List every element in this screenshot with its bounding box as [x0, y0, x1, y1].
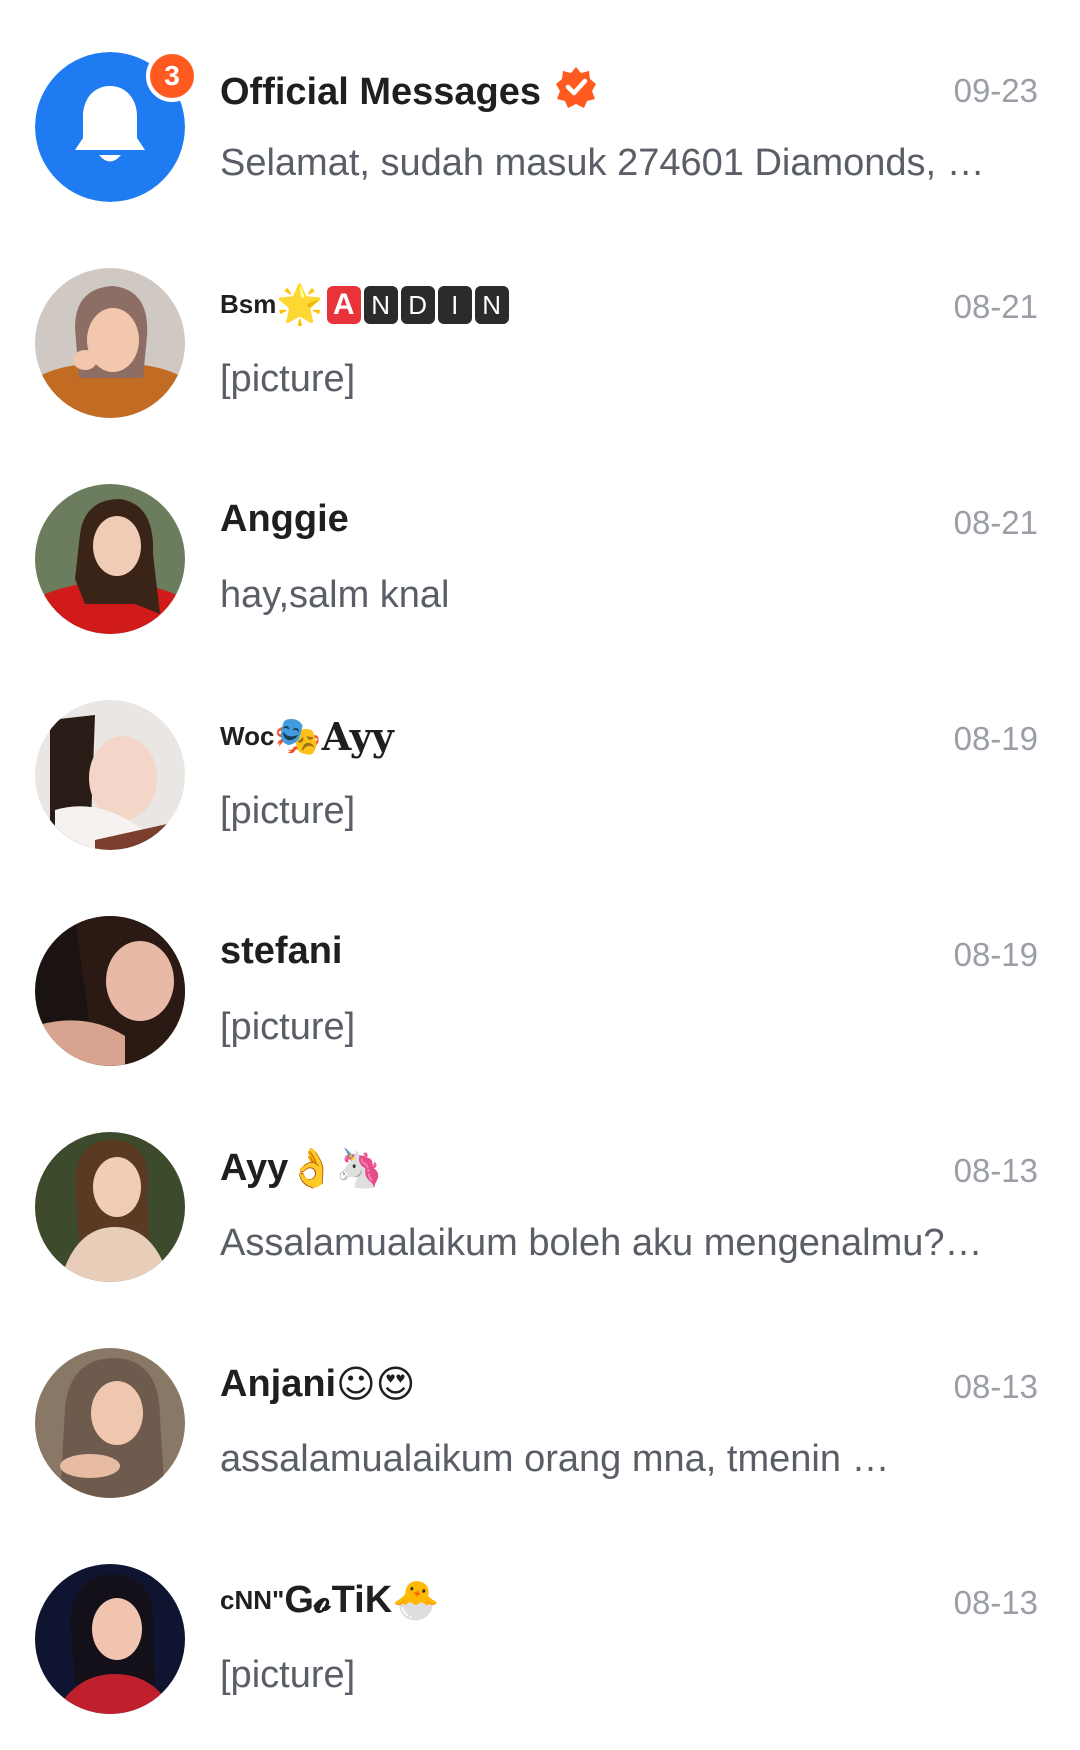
conversation-row[interactable]: Woc 🎭 Ayy 08-19 [picture] [0, 648, 1080, 864]
smiling-heart-eyes-emoji-icon: ☺😍 [336, 1362, 416, 1406]
message-date: 08-13 [953, 1368, 1038, 1405]
contact-name: Ayy 👌🦄 [220, 1146, 383, 1191]
contact-name-text: Anjani [220, 1362, 337, 1405]
theater-masks-emoji-icon: 🎭 [274, 714, 322, 758]
message-date: 08-21 [953, 288, 1038, 325]
star-emoji-icon: 🌟 [276, 282, 324, 326]
conversation-row[interactable]: Anggie 08-21 hay,salm knal [0, 432, 1080, 648]
conversation-row-official-messages[interactable]: 3 Official Messages 09-23 Selamat, sudah… [0, 0, 1080, 216]
contact-name: Woc 🎭 Ayy [220, 714, 394, 759]
conversation-row[interactable]: Bsm 🌟 A N D I N 08-21 [picture] [0, 216, 1080, 432]
avatar[interactable] [35, 1348, 185, 1498]
conversation-row[interactable]: Ayy 👌🦄 08-13 Assalamualaikum boleh aku m… [0, 1080, 1080, 1296]
message-preview: Selamat, sudah masuk 274601 Diamonds, … [220, 142, 985, 184]
message-date: 08-21 [953, 504, 1038, 541]
message-date: 09-23 [953, 72, 1038, 109]
letter-tile: I [437, 285, 472, 324]
contact-name-text: Ayy [220, 1147, 289, 1189]
avatar[interactable] [35, 484, 185, 634]
contact-name-text: stefani [220, 930, 343, 972]
avatar[interactable] [35, 700, 185, 850]
contact-name-prefix: Bsm [220, 289, 277, 319]
conversation-row[interactable]: cNN" G𝓸TiK 🐣 08-13 [picture] [0, 1512, 1080, 1728]
ok-hand-unicorn-emoji-icon: 👌🦄 [288, 1146, 383, 1190]
message-preview: Assalamualaikum boleh aku mengenalmu?… [220, 1222, 983, 1264]
message-date: 08-19 [953, 720, 1038, 757]
contact-name: Anjani ☺😍 [220, 1362, 415, 1406]
unread-count-badge: 3 [146, 50, 198, 102]
message-preview: hay,salm knal [220, 574, 450, 616]
message-preview: [picture] [220, 790, 356, 832]
conversation-row[interactable]: stefani 08-19 [picture] [0, 864, 1080, 1080]
letter-tile: D [400, 285, 435, 324]
avatar[interactable] [35, 916, 185, 1066]
contact-name: Anggie [220, 498, 349, 541]
letter-tile: N [363, 285, 398, 324]
contact-name-prefix: cNN" [220, 1585, 285, 1615]
contact-name-prefix: Woc [220, 721, 275, 751]
conversation-row[interactable]: Anjani ☺😍 08-13 assalamualaikum orang mn… [0, 1296, 1080, 1512]
hatching-chick-emoji-icon: 🐣 [392, 1578, 440, 1622]
contact-name-text: Official Messages [220, 70, 542, 113]
contact-name: Bsm 🌟 A N D I N [220, 282, 509, 327]
avatar[interactable] [35, 1564, 185, 1714]
contact-name-text: Anggie [220, 498, 349, 540]
message-date: 08-19 [953, 936, 1038, 973]
message-preview: assalamualaikum orang mna, tmenin … [220, 1438, 890, 1480]
contact-name-suffix: G𝓸TiK [284, 1579, 393, 1621]
contact-name: Official Messages [220, 66, 597, 118]
conversation-list: 3 Official Messages 09-23 Selamat, sudah… [0, 0, 1080, 1728]
letter-tile: N [474, 285, 509, 324]
message-date: 08-13 [953, 1584, 1038, 1621]
message-date: 08-13 [953, 1152, 1038, 1189]
contact-name: stefani [220, 930, 342, 973]
message-preview: [picture] [220, 358, 356, 400]
contact-name: cNN" G𝓸TiK 🐣 [220, 1578, 439, 1623]
verified-badge-icon [555, 66, 597, 118]
message-preview: [picture] [220, 1654, 356, 1696]
message-preview: [picture] [220, 1006, 356, 1048]
contact-name-suffix: Ayy [321, 714, 394, 759]
letter-tile: A [326, 285, 361, 324]
avatar[interactable] [35, 1132, 185, 1282]
avatar[interactable] [35, 268, 185, 418]
